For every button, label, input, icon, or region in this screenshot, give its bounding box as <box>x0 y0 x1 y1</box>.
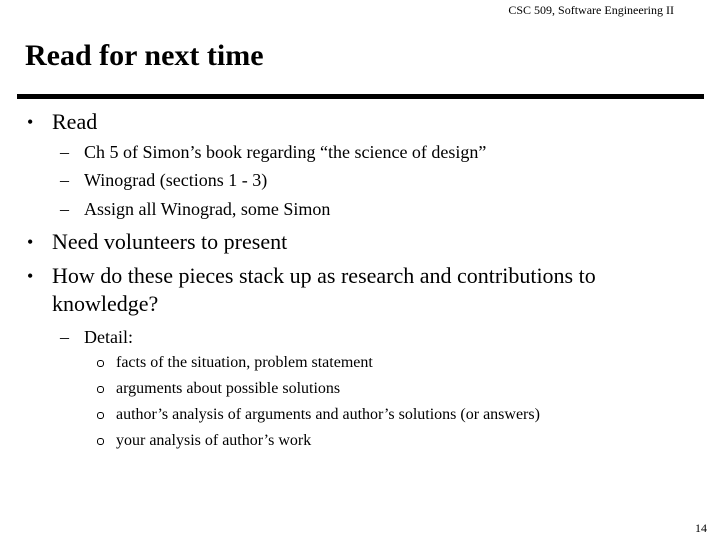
hollow-circle-bullet-icon <box>97 438 104 445</box>
bullet-text: Read <box>52 109 98 134</box>
dash-icon: – <box>60 199 69 219</box>
hollow-circle-bullet-icon <box>97 412 104 419</box>
sub-sub-bullet-text: facts of the situation, problem statemen… <box>116 354 373 371</box>
sub-bullet-text: Winograd (sections 1 - 3) <box>84 170 268 190</box>
hollow-circle-bullet-icon <box>97 360 104 367</box>
sub-sub-bullet-text: your analysis of author’s work <box>116 432 312 449</box>
dash-icon: – <box>60 142 69 162</box>
sub-bullet-text: Detail: <box>84 327 133 347</box>
sub-sub-bullet-text: author’s analysis of arguments and autho… <box>116 406 540 423</box>
title-divider <box>17 94 704 99</box>
dash-icon: – <box>60 327 69 347</box>
sub-bullet-text: Assign all Winograd, some Simon <box>84 199 331 219</box>
bullet-text: Need volunteers to present <box>52 229 288 254</box>
page-number: 14 <box>695 521 707 535</box>
slide-title: Read for next time <box>25 39 264 72</box>
bullet-text: How do these pieces stack up as research… <box>52 263 596 288</box>
bullet-icon: • <box>27 266 34 286</box>
dash-icon: – <box>60 170 69 190</box>
hollow-circle-bullet-icon <box>97 386 104 393</box>
sub-bullet-text: Ch 5 of Simon’s book regarding “the scie… <box>84 142 487 162</box>
bullet-icon: • <box>27 232 34 252</box>
sub-sub-bullet-text: arguments about possible solutions <box>116 380 341 397</box>
bullet-text: knowledge? <box>52 291 159 316</box>
bullet-icon: • <box>27 112 34 132</box>
course-header: CSC 509, Software Engineering II <box>508 3 674 17</box>
